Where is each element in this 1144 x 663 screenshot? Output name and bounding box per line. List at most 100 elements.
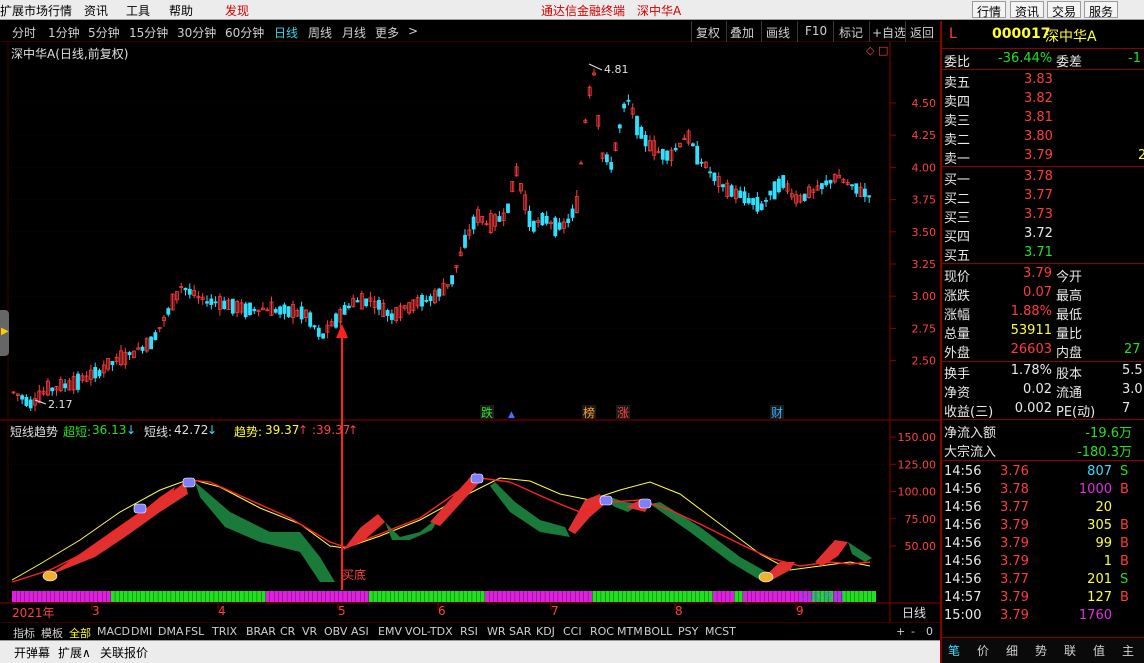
zoom-control-0[interactable]: + — [896, 625, 905, 638]
indicator-tab-模板[interactable]: 模板 — [41, 625, 63, 641]
quote-tab-4[interactable]: 联 — [1064, 642, 1076, 659]
back-button[interactable]: 返回 — [910, 24, 934, 41]
period-weekly[interactable]: 周线 — [308, 24, 332, 41]
ask-row[interactable]: 卖一 3.79 2 — [942, 147, 1144, 167]
order-ratio-label: 委比 — [944, 55, 971, 70]
nav-news-button[interactable]: 资讯 — [1010, 1, 1045, 19]
nav-quotes-button[interactable]: 行情 — [972, 1, 1007, 19]
bid-row[interactable]: 买二 3.77 — [942, 187, 1144, 207]
strip-cell — [721, 591, 726, 602]
period-intraday[interactable]: 分时 — [12, 24, 36, 41]
quote-tab-3[interactable]: 势 — [1035, 642, 1047, 659]
strip-cell — [282, 591, 287, 602]
indicator-tab-cr[interactable]: CR — [280, 625, 295, 638]
menu-discover[interactable]: 发现 — [225, 2, 249, 19]
diamond-icon[interactable]: ◇ — [866, 44, 874, 57]
strip-cell — [403, 591, 408, 602]
left-collapse-tab[interactable]: ▶ — [0, 310, 9, 356]
period-60min[interactable]: 60分钟 — [225, 24, 264, 41]
quote-tab-2[interactable]: 细 — [1006, 642, 1018, 659]
indicator-tab-cci[interactable]: CCI — [563, 625, 582, 638]
indicator-tab-mtm[interactable]: MTM — [617, 625, 643, 638]
date-label-aug: 8 — [675, 604, 683, 618]
tick-price: 3.79 — [1000, 554, 1029, 569]
kline-chart[interactable]: 4.50 4.25 4.00 3.75 3.50 3.25 3.00 2.75 2.50 150.… — [0, 42, 940, 622]
danmaku-toggle[interactable]: 开弹幕 — [14, 644, 50, 661]
strip-cell — [657, 591, 661, 602]
indicator-tab-mcst[interactable]: MCST — [705, 625, 736, 638]
period-monthly[interactable]: 月线 — [342, 24, 366, 41]
indicator-tab-psy[interactable]: PSY — [678, 625, 698, 638]
period-more[interactable]: 更多 — [375, 24, 399, 41]
indicator-tab-rsi[interactable]: RSI — [460, 625, 478, 638]
quote-tab-1[interactable]: 价 — [977, 642, 989, 659]
menu-news[interactable]: 资讯 — [84, 2, 108, 19]
bid-row[interactable]: 买三 3.73 — [942, 206, 1144, 226]
zoom-control-2[interactable]: 0 — [926, 625, 933, 638]
indicator-tab-boll[interactable]: BOLL — [644, 625, 672, 638]
indicator-tab-sar[interactable]: SAR — [509, 625, 531, 638]
bid-row[interactable]: 买五 3.71 — [942, 244, 1144, 264]
ask-row[interactable]: 卖二 3.80 — [942, 128, 1144, 148]
indicator-tab-asi[interactable]: ASI — [351, 625, 369, 638]
candle-body — [20, 395, 25, 400]
indicator-tab-emv[interactable]: EMV — [378, 625, 402, 638]
indicator-name[interactable]: 短线趋势 — [10, 423, 58, 440]
indicator-tab-全部[interactable]: 全部 — [69, 625, 91, 641]
indicator-tab-wr[interactable]: WR — [487, 625, 506, 638]
menu-help[interactable]: 帮助 — [169, 2, 193, 19]
indicator-tab-fsl[interactable]: FSL — [185, 625, 204, 638]
quote-tab-0[interactable]: 笔 — [948, 642, 960, 659]
indicator-tab-trix[interactable]: TRIX — [212, 625, 237, 638]
expand-toggle[interactable]: 扩展∧ — [58, 644, 91, 661]
indicator-tab-dma[interactable]: DMA — [158, 625, 184, 638]
bid-row[interactable]: 买四 3.72 — [942, 225, 1144, 245]
chevron-right-icon[interactable]: > — [408, 24, 418, 38]
window-icon[interactable]: □ — [878, 44, 888, 57]
indicator-tab-vr[interactable]: VR — [302, 625, 317, 638]
nav-trade-button[interactable]: 交易 — [1047, 1, 1082, 19]
candle-body — [385, 310, 390, 316]
indicator-tab-brar[interactable]: BRAR — [246, 625, 276, 638]
zoom-control-1[interactable]: - — [911, 625, 915, 638]
f10-button[interactable]: F10 — [805, 24, 827, 38]
adjust-button[interactable]: 复权 — [696, 24, 720, 41]
candle-body — [699, 161, 704, 164]
ask-row[interactable]: 卖四 3.82 — [942, 90, 1144, 110]
period-15min[interactable]: 15分钟 — [129, 24, 168, 41]
high-label: 4.81 — [604, 63, 629, 76]
add-watchlist-button[interactable]: +自选 — [872, 24, 906, 41]
candle-body — [557, 222, 562, 230]
indicator-tab-kdj[interactable]: KDJ — [536, 625, 555, 638]
candle-body — [712, 172, 717, 182]
period-5min[interactable]: 5分钟 — [88, 24, 120, 41]
nav-service-button[interactable]: 服务 — [1084, 1, 1119, 19]
quote-tab-5[interactable]: 值 — [1093, 642, 1105, 659]
ask-row[interactable]: 卖三 3.81 — [942, 109, 1144, 129]
indicator-tab-指标[interactable]: 指标 — [13, 625, 35, 641]
period-daily[interactable]: 日线 — [274, 24, 298, 41]
indicator-tab-obv[interactable]: OBV — [324, 625, 347, 638]
strip-cell — [846, 591, 851, 602]
indicator-tab-macd[interactable]: MACD — [97, 625, 130, 638]
quote-tab-6[interactable]: 主 — [1122, 642, 1134, 659]
menu-extended-market[interactable]: 扩展市场行情 — [0, 2, 72, 19]
indicator-tab-roc[interactable]: ROC — [590, 625, 614, 638]
period-30min[interactable]: 30分钟 — [177, 24, 216, 41]
overlay-button[interactable]: 叠加 — [730, 24, 754, 41]
period-1min[interactable]: 1分钟 — [48, 24, 80, 41]
related-quotes-button[interactable]: 关联报价 — [100, 644, 148, 661]
menu-tools[interactable]: 工具 — [126, 2, 150, 19]
mark-button[interactable]: 标记 — [839, 24, 863, 41]
fund-row: 净资 0.02 流通 3.0 — [942, 381, 1144, 401]
ask-volume: 2 — [1138, 148, 1144, 163]
bid-row[interactable]: 买一 3.78 — [942, 168, 1144, 188]
candle-body — [93, 367, 98, 379]
indicator-tab-dmi[interactable]: DMI — [131, 625, 152, 638]
ask-row[interactable]: 卖五 3.83 — [942, 71, 1144, 91]
draw-line-button[interactable]: 画线 — [766, 24, 790, 41]
chart-area[interactable]: 4.50 4.25 4.00 3.75 3.50 3.25 3.00 2.75 2.50 150.… — [0, 42, 940, 622]
indicator-tab-vol-tdx[interactable]: VOL-TDX — [405, 625, 453, 638]
candle-body — [824, 180, 829, 186]
strip-cell — [235, 591, 240, 602]
